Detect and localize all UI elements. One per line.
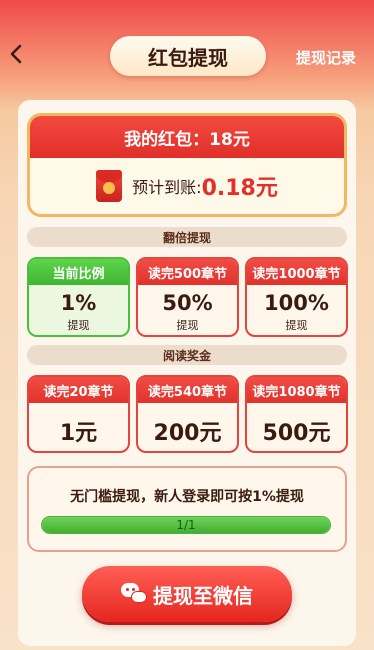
progress-bar: 1/1 — [41, 516, 331, 534]
tile-value: 200元 — [153, 421, 222, 446]
tile-header: 读完20章节 — [29, 377, 128, 403]
back-button[interactable] — [4, 40, 28, 68]
tile-sub: 提现 — [67, 319, 90, 332]
wallet-balance: 我的红包：18元 — [30, 116, 344, 158]
tile-value: 1% — [60, 291, 97, 315]
multiplier-section-title: 翻倍提现 — [27, 227, 347, 247]
tile-value: 50% — [162, 291, 213, 315]
tile-value: 100% — [264, 291, 329, 315]
main-card: 我的红包：18元 预计到账: 0.18元 翻倍提现 当前比例 1% 提现 读完5… — [18, 100, 356, 646]
tile-header: 读完500章节 — [138, 259, 237, 285]
wallet-panel: 我的红包：18元 预计到账: 0.18元 — [27, 113, 347, 217]
tile-sub: 提现 — [285, 319, 308, 332]
red-envelope-icon — [96, 170, 123, 202]
bonus-tile-540[interactable]: 读完540章节 200元 — [136, 375, 239, 453]
bonus-tile-20[interactable]: 读完20章节 1元 — [27, 375, 130, 453]
page-title: 红包提现 — [110, 36, 266, 76]
progress-label: 1/1 — [176, 518, 196, 532]
progress-card: 无门槛提现，新人登录即可按1%提现 1/1 — [27, 466, 347, 552]
withdraw-button-label: 提现至微信 — [153, 583, 253, 608]
tile-header: 当前比例 — [29, 259, 128, 285]
multiplier-tile-500[interactable]: 读完500章节 50% 提现 — [136, 257, 239, 337]
progress-text: 无门槛提现，新人登录即可按1%提现 — [70, 489, 304, 505]
chevron-left-icon — [10, 44, 22, 64]
header: 红包提现 提现记录 — [0, 0, 374, 100]
estimate-value: 0.18元 — [201, 176, 278, 201]
reading-bonus-section-title: 阅读奖金 — [27, 345, 347, 365]
withdraw-to-wechat-button[interactable]: 提现至微信 — [82, 566, 292, 622]
withdraw-record-link[interactable]: 提现记录 — [296, 47, 356, 68]
estimate-label: 预计到账: — [132, 178, 202, 197]
wallet-estimate-row: 预计到账: 0.18元 — [30, 158, 344, 214]
tile-header: 读完540章节 — [138, 377, 237, 403]
tile-value: 1元 — [59, 421, 98, 446]
multiplier-tile-1000[interactable]: 读完1000章节 100% 提现 — [245, 257, 348, 337]
tile-sub: 提现 — [176, 319, 199, 332]
multiplier-tile-current[interactable]: 当前比例 1% 提现 — [27, 257, 130, 337]
tile-value: 500元 — [262, 421, 331, 446]
bonus-tile-1080[interactable]: 读完1080章节 500元 — [245, 375, 348, 453]
tile-header: 读完1000章节 — [247, 259, 346, 285]
tile-header: 读完1080章节 — [247, 377, 346, 403]
wechat-icon — [121, 583, 147, 605]
